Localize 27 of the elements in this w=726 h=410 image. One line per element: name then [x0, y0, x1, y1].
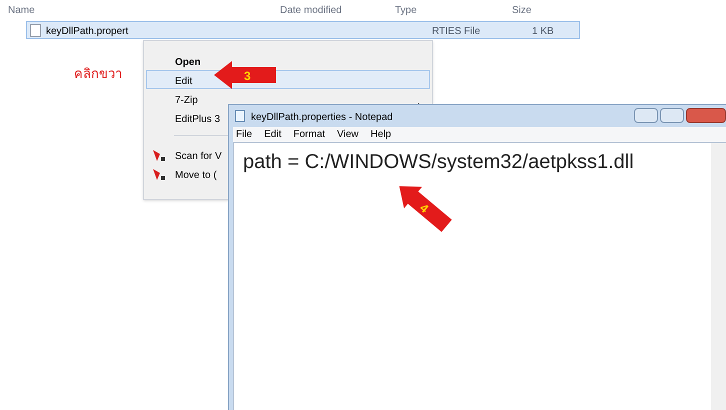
file-type: RTIES File	[432, 25, 480, 39]
column-header[interactable]: Size	[512, 3, 532, 18]
annotation-text: คลิกขวา	[74, 65, 122, 83]
column-header[interactable]: Type	[395, 3, 417, 18]
menu-bar-item[interactable]: File	[236, 127, 252, 142]
file-row[interactable]: keyDllPath.propert RTIES File 1 KB	[26, 21, 580, 39]
menu-bar-item[interactable]: View	[337, 127, 359, 142]
callout-arrow: 3	[214, 61, 276, 89]
scroll-bar[interactable]	[711, 143, 726, 410]
file-name: keyDllPath.propert	[46, 25, 128, 39]
menu-item[interactable]: 7-Zip	[146, 89, 228, 108]
file-content: path = C:/WINDOWS/system32/aetpkss1.dll	[243, 150, 634, 175]
menu-bar-item[interactable]: Edit	[264, 127, 282, 142]
menu-item[interactable]: Move to (	[146, 164, 228, 183]
menu-item[interactable]: EditPlus 3	[146, 108, 228, 127]
maximize-button[interactable]	[660, 108, 684, 123]
document-icon	[30, 24, 41, 37]
close-button[interactable]	[686, 108, 726, 123]
menu-bar-item[interactable]: Format	[293, 127, 326, 142]
column-header[interactable]: Date modified	[280, 3, 342, 18]
file-size: 1 KB	[532, 25, 554, 39]
minimize-button[interactable]	[634, 108, 658, 123]
notepad-icon	[235, 110, 245, 122]
menu-bar-item[interactable]: Help	[370, 127, 392, 142]
window-title: keyDllPath.properties - Notepad	[251, 111, 393, 125]
menu-item[interactable]: Scan for V	[146, 145, 228, 164]
column-header[interactable]: Name	[8, 3, 35, 18]
